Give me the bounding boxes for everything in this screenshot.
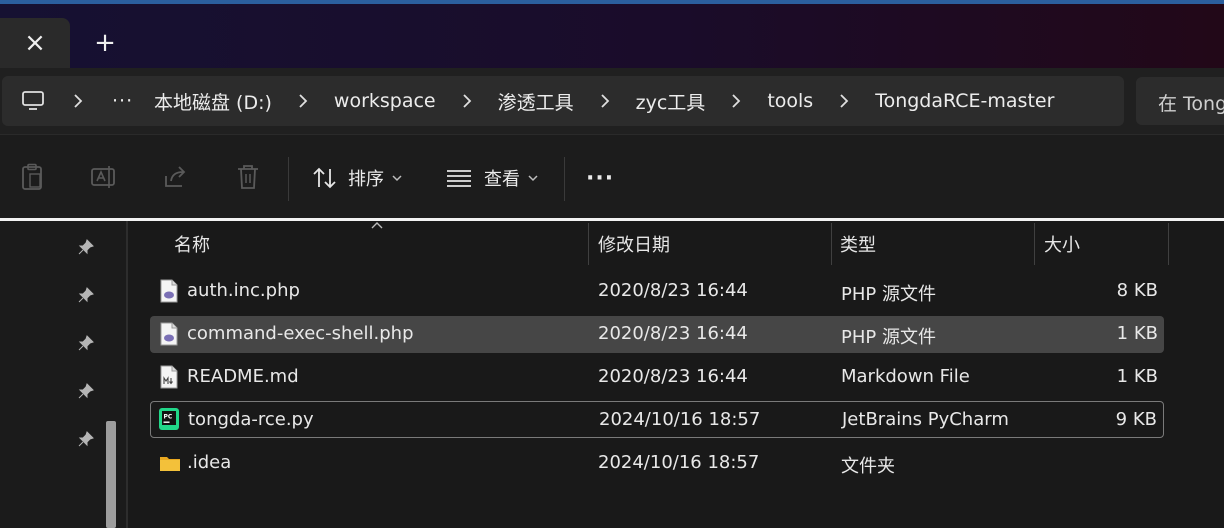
view-label: 查看 [484, 169, 520, 190]
column-divider[interactable] [831, 223, 832, 265]
delete-button[interactable] [234, 163, 262, 191]
monitor-icon [22, 91, 44, 110]
column-header-type[interactable]: 类型 [840, 221, 876, 265]
sort-icon [313, 167, 336, 189]
file-row[interactable]: auth.inc.php 2020/8/23 16:44 PHP 源文件 8 K… [150, 273, 1164, 310]
svg-text:PC: PC [164, 414, 173, 421]
file-date: 2020/8/23 16:44 [598, 366, 748, 387]
breadcrumb-current-folder[interactable]: TongdaRCE-master [875, 90, 1054, 112]
share-icon [165, 166, 186, 187]
file-name: .idea [187, 452, 232, 473]
new-tab-button[interactable]: + [84, 22, 126, 64]
file-type: Markdown File [841, 366, 970, 387]
breadcrumb-tools[interactable]: tools [767, 90, 813, 112]
folder-icon [160, 457, 180, 471]
rename-icon [91, 166, 115, 188]
file-type: PHP 源文件 [841, 327, 936, 348]
column-divider[interactable] [1034, 223, 1035, 265]
chevron-down-icon [392, 175, 402, 182]
chevron-right-icon[interactable] [64, 94, 92, 108]
file-row[interactable]: PC tongda-rce.py 2024/10/16 18:57 JetBra… [150, 401, 1164, 438]
paste-button[interactable] [18, 163, 46, 191]
tab-bar: × + [0, 4, 1224, 68]
php-file-icon [160, 279, 178, 303]
file-size: 1 KB [1116, 366, 1158, 387]
more-icon: ··· [586, 165, 615, 191]
chevron-right-icon[interactable] [574, 94, 636, 108]
chevron-right-icon[interactable] [272, 94, 334, 108]
file-type: PHP 源文件 [841, 284, 936, 305]
pin-icon[interactable] [76, 429, 96, 449]
file-size: 9 KB [1115, 409, 1157, 430]
file-list: 名称 修改日期 类型 大小 auth.inc.php 2020/8/23 16:… [128, 221, 1224, 528]
chevron-right-icon[interactable] [705, 94, 767, 108]
file-row[interactable]: README.md 2020/8/23 16:44 Markdown File … [150, 359, 1164, 396]
file-type: 文件夹 [841, 456, 895, 477]
close-tab-button[interactable]: × [0, 18, 70, 68]
plus-icon: + [94, 28, 116, 58]
share-button[interactable] [162, 163, 190, 191]
see-more-button[interactable]: ··· [586, 161, 614, 195]
pycharm-file-icon: PC [159, 408, 179, 430]
rename-button[interactable] [90, 163, 118, 191]
view-button[interactable]: 查看 [446, 161, 538, 195]
breadcrumb-pentest-tools[interactable]: 渗透工具 [498, 88, 574, 115]
close-icon: × [24, 28, 46, 58]
command-bar: 排序 查看 ··· [0, 134, 1224, 220]
column-header-size[interactable]: 大小 [1044, 221, 1080, 265]
file-date: 2024/10/16 18:57 [599, 409, 761, 430]
file-date: 2020/8/23 16:44 [598, 323, 748, 344]
this-pc-button[interactable] [2, 90, 64, 112]
nav-scrollbar[interactable] [106, 421, 116, 528]
trash-icon [238, 165, 258, 189]
breadcrumb-drive[interactable]: 本地磁盘 (D:) [154, 88, 272, 115]
breadcrumb-zyc-tools[interactable]: zyc工具 [636, 88, 706, 115]
file-size: 8 KB [1116, 280, 1158, 301]
search-input[interactable]: 在 Tong [1136, 77, 1224, 125]
sort-button[interactable]: 排序 [312, 161, 402, 195]
file-name: auth.inc.php [187, 280, 300, 301]
chevron-right-icon[interactable] [436, 94, 498, 108]
file-name: tongda-rce.py [188, 409, 314, 430]
address-bar: ··· 本地磁盘 (D:) workspace 渗透工具 zyc工具 tools… [0, 68, 1224, 134]
file-date: 2024/10/16 18:57 [598, 452, 760, 473]
clipboard-icon [22, 163, 42, 190]
file-row[interactable]: command-exec-shell.php 2020/8/23 16:44 P… [150, 316, 1164, 353]
breadcrumb-workspace[interactable]: workspace [334, 90, 436, 112]
chevron-right-icon[interactable] [813, 94, 875, 108]
pin-icon[interactable] [76, 237, 96, 257]
php-file-icon [160, 322, 178, 346]
view-lines-icon [447, 170, 471, 187]
navigation-pane [0, 221, 128, 528]
file-type: JetBrains PyCharm [842, 409, 1009, 430]
file-row[interactable]: .idea 2024/10/16 18:57 文件夹 [150, 445, 1164, 482]
column-divider[interactable] [588, 223, 589, 265]
file-name: README.md [187, 366, 299, 387]
pin-icon[interactable] [76, 381, 96, 401]
column-divider[interactable] [1168, 223, 1169, 265]
sort-ascending-caret-icon [371, 222, 383, 229]
file-size: 1 KB [1116, 323, 1158, 344]
pin-icon[interactable] [76, 333, 96, 353]
toolbar-divider [288, 157, 289, 201]
toolbar-divider [564, 157, 565, 201]
pin-icon[interactable] [76, 285, 96, 305]
chevron-down-icon [528, 175, 538, 182]
breadcrumb-overflow-button[interactable]: ··· [112, 90, 134, 112]
file-date: 2020/8/23 16:44 [598, 280, 748, 301]
markdown-file-icon [160, 365, 178, 389]
column-header-name[interactable]: 名称 [174, 221, 210, 265]
column-header-date[interactable]: 修改日期 [598, 221, 670, 265]
sort-label: 排序 [348, 169, 384, 190]
breadcrumb[interactable]: ··· 本地磁盘 (D:) workspace 渗透工具 zyc工具 tools… [2, 76, 1124, 126]
file-name: command-exec-shell.php [187, 323, 414, 344]
